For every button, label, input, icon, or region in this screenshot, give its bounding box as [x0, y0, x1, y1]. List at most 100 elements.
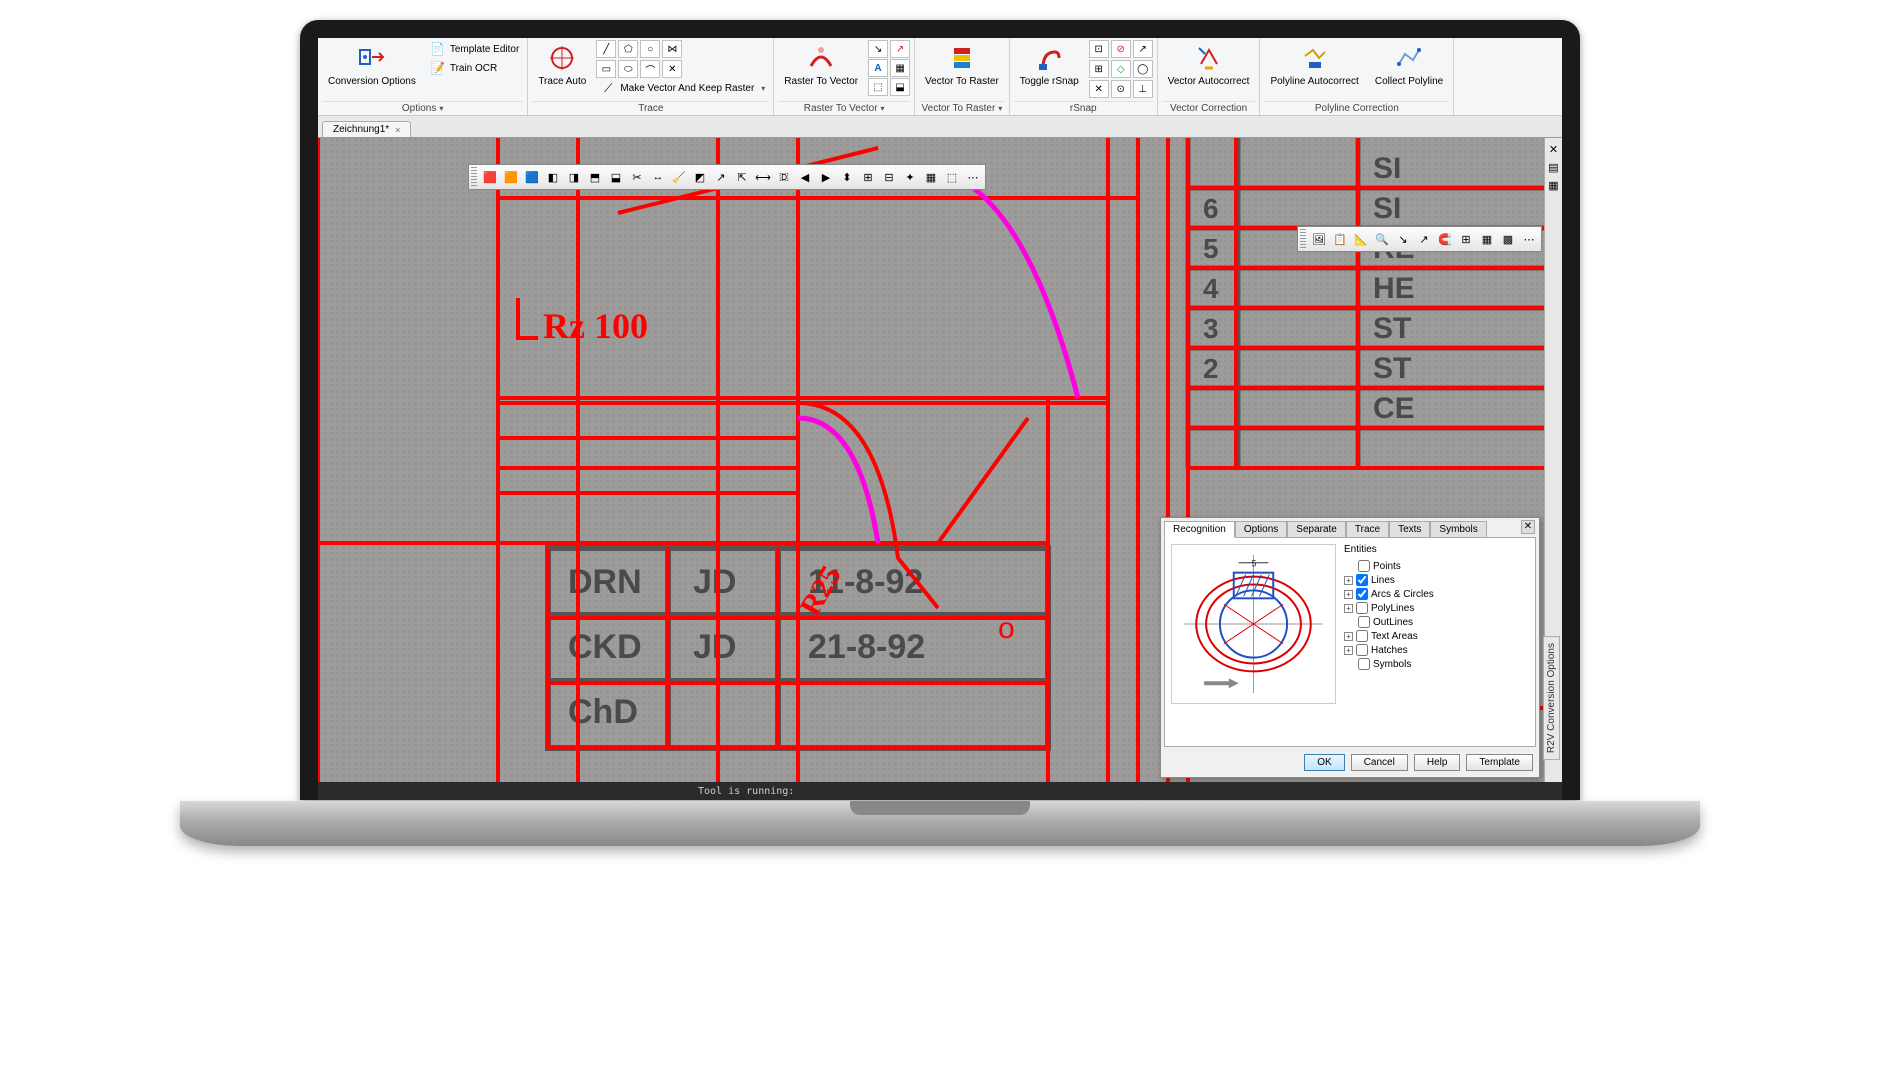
- r2v-tool-4[interactable]: ▦: [890, 59, 910, 77]
- expand-icon[interactable]: +: [1344, 646, 1353, 655]
- tab-options[interactable]: Options: [1235, 521, 1287, 538]
- trace-polygon-button[interactable]: ⬠: [618, 40, 638, 58]
- train-ocr-button[interactable]: 📝 Train OCR: [426, 59, 523, 77]
- make-vector-keep-raster-button[interactable]: ⟋ Make Vector And Keep Raster: [596, 79, 769, 97]
- conversion-options-button[interactable]: Conversion Options: [322, 40, 422, 89]
- entity-checkbox[interactable]: [1356, 630, 1368, 642]
- trace-intersect-button[interactable]: ✕: [662, 60, 682, 78]
- ribbon-group-label-options[interactable]: Options: [322, 101, 523, 115]
- tb2-btn-9[interactable]: ▦: [1477, 229, 1497, 249]
- floating-toolbar-1[interactable]: 🟥 🟧 🟦 ◧ ◨ ⬒ ⬓ ✂ ↔ 🧹 ◩ ↗ ⇱ ⟷ 🇩 ◀ ▶: [468, 164, 986, 190]
- entity-checkbox[interactable]: [1358, 658, 1370, 670]
- document-tab-close-icon[interactable]: ×: [395, 125, 400, 135]
- tb2-btn-1[interactable]: 🖼: [1309, 229, 1329, 249]
- drawing-canvas[interactable]: [-][Oben][2D-Drahtkörper] DRN: [318, 138, 1562, 800]
- document-tab[interactable]: Zeichnung1* ×: [322, 121, 411, 137]
- tab-recognition[interactable]: Recognition: [1164, 521, 1235, 538]
- expand-icon[interactable]: +: [1344, 590, 1353, 599]
- rsnap-7[interactable]: ✕: [1089, 80, 1109, 98]
- tb2-btn-4[interactable]: 🔍: [1372, 229, 1392, 249]
- tb1-btn-8[interactable]: ✂: [627, 167, 647, 187]
- rsnap-8[interactable]: ⊙: [1111, 80, 1131, 98]
- tb1-btn-5[interactable]: ◨: [564, 167, 584, 187]
- tb1-btn-15[interactable]: 🇩: [774, 167, 794, 187]
- trace-ellipse-button[interactable]: ⬭: [618, 60, 638, 78]
- tb1-btn-21[interactable]: ✦: [900, 167, 920, 187]
- trace-circle-button[interactable]: ○: [640, 40, 660, 58]
- template-button[interactable]: Template: [1466, 754, 1533, 771]
- ribbon-group-label-r2v[interactable]: Raster To Vector: [778, 101, 910, 115]
- help-button[interactable]: Help: [1414, 754, 1461, 771]
- tb2-btn-more[interactable]: ⋯: [1519, 229, 1539, 249]
- r2v-tool-6[interactable]: ⬓: [890, 78, 910, 96]
- tb1-btn-16[interactable]: ◀: [795, 167, 815, 187]
- tb1-btn-20[interactable]: ⊟: [879, 167, 899, 187]
- entity-checkbox[interactable]: [1358, 560, 1370, 572]
- floating-toolbar-2[interactable]: 🖼 📋 📐 🔍 ↘ ↗ 🧲 ⊞ ▦ ▩ ⋯: [1297, 226, 1542, 252]
- tb1-btn-11[interactable]: ◩: [690, 167, 710, 187]
- tb1-btn-9[interactable]: ↔: [648, 167, 668, 187]
- tb1-btn-1[interactable]: 🟥: [480, 167, 500, 187]
- side-vertical-label[interactable]: R2V Conversion Options: [1543, 636, 1560, 760]
- entity-checkbox[interactable]: [1356, 588, 1368, 600]
- tb2-btn-5[interactable]: ↘: [1393, 229, 1413, 249]
- ribbon-group-label-v2r[interactable]: Vector To Raster: [919, 101, 1005, 115]
- rsnap-4[interactable]: ⊞: [1089, 60, 1109, 78]
- tb1-btn-14[interactable]: ⟷: [753, 167, 773, 187]
- toggle-rsnap-button[interactable]: Toggle rSnap: [1014, 40, 1085, 89]
- entity-checkbox[interactable]: [1356, 602, 1368, 614]
- tb2-btn-3[interactable]: 📐: [1351, 229, 1371, 249]
- expand-icon[interactable]: +: [1344, 632, 1353, 641]
- r2v-tool-2[interactable]: ↗: [890, 40, 910, 58]
- tb1-btn-22[interactable]: ▦: [921, 167, 941, 187]
- tb2-btn-7[interactable]: 🧲: [1435, 229, 1455, 249]
- palette-icon-1[interactable]: ▤: [1547, 160, 1561, 174]
- tb2-btn-8[interactable]: ⊞: [1456, 229, 1476, 249]
- tb1-btn-13[interactable]: ⇱: [732, 167, 752, 187]
- tb1-btn-23[interactable]: ⬚: [942, 167, 962, 187]
- polyline-autocorrect-button[interactable]: Polyline Autocorrect: [1264, 40, 1364, 89]
- tb1-btn-3[interactable]: 🟦: [522, 167, 542, 187]
- entity-checkbox[interactable]: [1356, 644, 1368, 656]
- tb1-btn-17[interactable]: ▶: [816, 167, 836, 187]
- entity-checkbox[interactable]: [1356, 574, 1368, 586]
- toolbar-grip-icon[interactable]: [1300, 229, 1306, 249]
- tab-trace[interactable]: Trace: [1346, 521, 1389, 538]
- tab-texts[interactable]: Texts: [1389, 521, 1430, 538]
- tb1-btn-10[interactable]: 🧹: [669, 167, 689, 187]
- entity-checkbox[interactable]: [1358, 616, 1370, 628]
- tb1-btn-7[interactable]: ⬓: [606, 167, 626, 187]
- tb1-btn-18[interactable]: ⬍: [837, 167, 857, 187]
- rsnap-5[interactable]: ◇: [1111, 60, 1131, 78]
- vector-autocorrect-button[interactable]: Vector Autocorrect: [1162, 40, 1256, 89]
- tb2-btn-10[interactable]: ▩: [1498, 229, 1518, 249]
- r2v-text-tool[interactable]: A: [868, 59, 888, 77]
- r2v-tool-5[interactable]: ⬚: [868, 78, 888, 96]
- tab-symbols[interactable]: Symbols: [1430, 521, 1486, 538]
- ok-button[interactable]: OK: [1304, 754, 1344, 771]
- tb1-btn-6[interactable]: ⬒: [585, 167, 605, 187]
- raster-to-vector-button[interactable]: Raster To Vector: [778, 40, 864, 89]
- template-editor-button[interactable]: 📄 Template Editor: [426, 40, 523, 58]
- tb1-btn-more[interactable]: ⋯: [963, 167, 983, 187]
- trace-rect-button[interactable]: ▭: [596, 60, 616, 78]
- tb2-btn-6[interactable]: ↗: [1414, 229, 1434, 249]
- r2v-tool-1[interactable]: ↘: [868, 40, 888, 58]
- trace-line-button[interactable]: ╱: [596, 40, 616, 58]
- palette-icon-2[interactable]: ▦: [1547, 178, 1561, 192]
- expand-icon[interactable]: +: [1344, 604, 1353, 613]
- collect-polyline-button[interactable]: Collect Polyline: [1369, 40, 1449, 89]
- rsnap-2[interactable]: ⊘: [1111, 40, 1131, 58]
- tb1-btn-4[interactable]: ◧: [543, 167, 563, 187]
- trace-arc-button[interactable]: ⌒: [640, 60, 660, 78]
- tb1-btn-12[interactable]: ↗: [711, 167, 731, 187]
- vector-to-raster-button[interactable]: Vector To Raster: [919, 40, 1005, 89]
- palette-close-icon[interactable]: ✕: [1547, 142, 1561, 156]
- toolbar-grip-icon[interactable]: [471, 167, 477, 187]
- dialog-close-button[interactable]: ✕: [1521, 520, 1535, 534]
- cancel-button[interactable]: Cancel: [1351, 754, 1408, 771]
- tb1-btn-19[interactable]: ⊞: [858, 167, 878, 187]
- rsnap-9[interactable]: ⊥: [1133, 80, 1153, 98]
- tb1-btn-2[interactable]: 🟧: [501, 167, 521, 187]
- trace-connect-button[interactable]: ⋈: [662, 40, 682, 58]
